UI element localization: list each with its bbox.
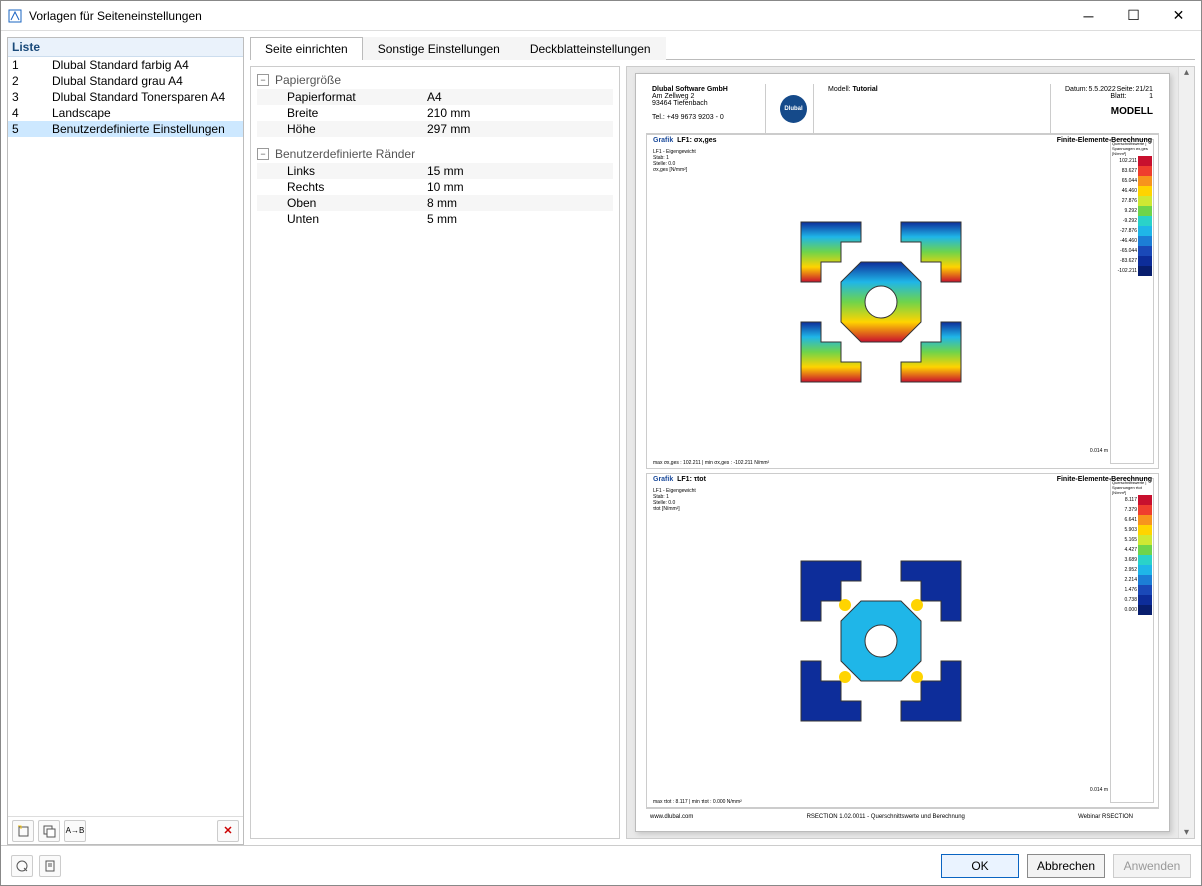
maximize-button[interactable]: ☐ — [1111, 1, 1156, 30]
dialog-footer: OK Abbrechen Anwenden — [1, 845, 1201, 885]
property-row[interactable]: Breite210 mm — [257, 105, 613, 121]
close-button[interactable]: ✕ — [1156, 1, 1201, 30]
model-heading: MODELL — [1065, 106, 1153, 117]
addr-line: Am Zellweg 2 — [652, 93, 694, 100]
tab[interactable]: Sonstige Einstellungen — [363, 37, 515, 60]
property-row[interactable]: Oben8 mm — [257, 195, 613, 211]
dialog-window: Vorlagen für Seiteneinstellungen ─ ☐ ✕ L… — [0, 0, 1202, 886]
delete-template-button[interactable]: ✕ — [217, 820, 239, 842]
collapse-icon[interactable]: − — [257, 148, 269, 160]
company-name: Dlubal Software GmbH — [652, 86, 728, 93]
group-paper-size[interactable]: − Papiergröße — [257, 73, 613, 87]
figure-2: Grafik LF1: τtot Finite-Elemente-Berechn… — [646, 473, 1159, 808]
app-icon — [7, 8, 23, 24]
preview-panel: Dlubal Software GmbH Am Zellweg 2 93464 … — [626, 66, 1195, 839]
dlubal-logo-icon — [1141, 810, 1155, 824]
list-header: Liste — [8, 38, 243, 57]
settings-panel: − Papiergröße PapierformatA4Breite210 mm… — [250, 66, 620, 839]
property-row[interactable]: Unten5 mm — [257, 211, 613, 227]
list-item[interactable]: 4Landscape — [8, 105, 243, 121]
titlebar: Vorlagen für Seiteneinstellungen ─ ☐ ✕ — [1, 1, 1201, 31]
templates-list-panel: Liste 1Dlubal Standard farbig A42Dlubal … — [7, 37, 244, 845]
scroll-down-icon[interactable]: ▾ — [1184, 827, 1189, 838]
property-row[interactable]: Links15 mm — [257, 163, 613, 179]
page-preview: Dlubal Software GmbH Am Zellweg 2 93464 … — [635, 73, 1170, 832]
ok-button[interactable]: OK — [941, 854, 1019, 878]
page-footer: www.dlubal.com RSECTION 1.02.0011 - Quer… — [646, 808, 1159, 825]
help-button[interactable] — [11, 855, 33, 877]
new-template-button[interactable] — [12, 820, 34, 842]
dlubal-logo-icon: Dlubal — [780, 95, 807, 123]
stress-plot-1 — [651, 139, 1110, 464]
scroll-up-icon[interactable]: ▴ — [1184, 67, 1189, 78]
apply-button: Anwenden — [1113, 854, 1191, 878]
list-item[interactable]: 5Benutzerdefinierte Einstellungen — [8, 121, 243, 137]
list-item[interactable]: 1Dlubal Standard farbig A4 — [8, 57, 243, 73]
addr-line: 93464 Tiefenbach — [652, 100, 708, 107]
rename-template-button[interactable]: A→B — [64, 820, 86, 842]
window-title: Vorlagen für Seiteneinstellungen — [29, 9, 1066, 23]
phone: Tel.: +49 9673 9203 - 0 — [652, 114, 724, 121]
settings-button[interactable] — [39, 855, 61, 877]
list-item[interactable]: 2Dlubal Standard grau A4 — [8, 73, 243, 89]
legend-2: Querschnittswerte | Spannungen τtot [N/m… — [1110, 478, 1154, 803]
group-label: Papiergröße — [275, 73, 341, 87]
list-toolbar: A→B ✕ — [8, 816, 243, 844]
templates-list[interactable]: 1Dlubal Standard farbig A42Dlubal Standa… — [8, 57, 243, 816]
group-label: Benutzerdefinierte Ränder — [275, 147, 415, 161]
group-margins[interactable]: − Benutzerdefinierte Ränder — [257, 147, 613, 161]
copy-template-button[interactable] — [38, 820, 60, 842]
tab[interactable]: Seite einrichten — [250, 37, 363, 60]
list-item[interactable]: 3Dlubal Standard Tonersparen A4 — [8, 89, 243, 105]
label: Modell: — [828, 86, 851, 93]
property-row[interactable]: Rechts10 mm — [257, 179, 613, 195]
legend-1: Querschnittswerte | Spannungen σx,ges [N… — [1110, 139, 1154, 464]
cancel-button[interactable]: Abbrechen — [1027, 854, 1105, 878]
right-panel: Seite einrichtenSonstige EinstellungenDe… — [250, 37, 1195, 845]
minimize-button[interactable]: ─ — [1066, 1, 1111, 30]
property-row[interactable]: PapierformatA4 — [257, 89, 613, 105]
tab[interactable]: Deckblatteinstellungen — [515, 37, 666, 60]
collapse-icon[interactable]: − — [257, 74, 269, 86]
preview-scrollbar[interactable]: ▴ ▾ — [1178, 67, 1194, 838]
tabs: Seite einrichtenSonstige EinstellungenDe… — [250, 37, 1195, 60]
stress-plot-2 — [651, 478, 1110, 803]
property-row[interactable]: Höhe297 mm — [257, 121, 613, 137]
value: Tutorial — [853, 86, 878, 93]
figure-1: Grafik LF1: σx,ges Finite-Elemente-Berec… — [646, 134, 1159, 469]
